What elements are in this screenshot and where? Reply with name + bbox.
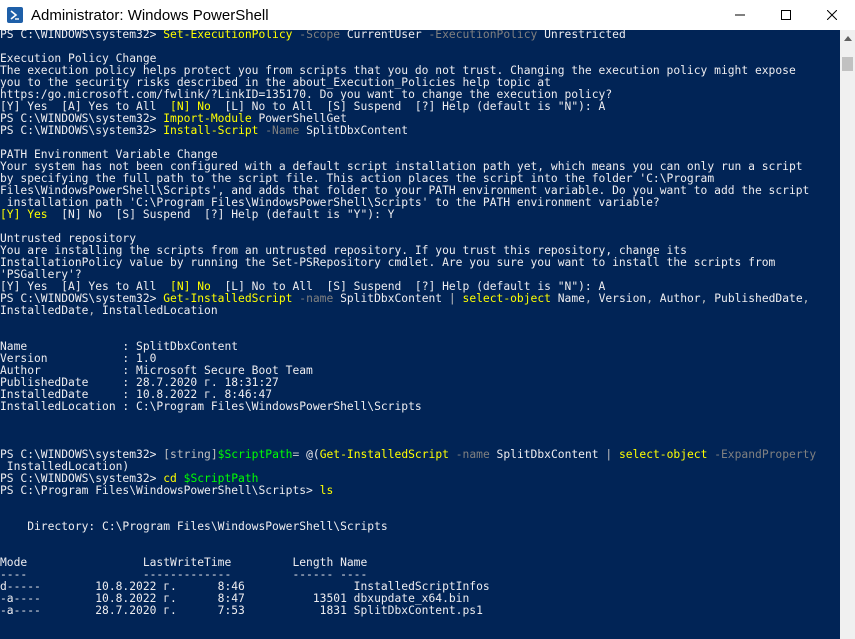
console-segment: select-object [612,448,708,461]
console-segment: | [448,292,456,305]
console-segment: SplitDbxContent [299,124,409,137]
console-segment: ls [319,484,334,497]
console-segment: [Y] Yes [0,208,48,221]
close-button[interactable] [809,0,855,30]
console-segment: Version [591,292,647,305]
console-line: PS C:\Program Files\WindowsPowerShell\Sc… [0,485,840,497]
console-segment: -name [292,292,334,305]
close-icon [827,10,837,20]
minimize-icon [735,14,745,16]
console-segment: InstalledLocation : C:\Program Files\Win… [0,400,422,413]
console-line: Directory: C:\Program Files\WindowsPower… [0,521,840,533]
console-segment: PS C:\WINDOWS\system32> [0,124,164,137]
console-segment: PublishedDate [707,292,803,305]
maximize-button[interactable] [763,0,809,30]
console-segment: Unrestricted [537,30,626,41]
minimize-button[interactable] [717,0,763,30]
console-line: PS C:\WINDOWS\system32> Install-Script -… [0,125,840,137]
console-output[interactable]: PS C:\WINDOWS\system32> Set-ExecutionPol… [0,30,840,639]
console-segment: @( [299,448,320,461]
scroll-thumb[interactable] [842,57,853,71]
console-segment: Set-ExecutionPolicy [163,30,293,41]
console-segment: $ScriptPath [217,448,293,461]
console-segment: -ExpandProperty [707,448,817,461]
console-line: InstallationPolicy value by running the … [0,257,840,269]
console-segment: select-object [455,292,551,305]
maximize-icon [781,10,791,20]
console-segment: [string] [163,448,218,461]
console-line: -a---- 28.7.2020 г. 7:53 1831 SplitDbxCo… [0,605,840,617]
console-segment: -Scope [292,30,341,41]
powershell-icon [7,7,23,23]
console-segment: Install-Script [163,124,259,137]
console-segment: InstalledDate [0,304,89,317]
console-segment: , [584,292,592,305]
console-segment: PS C:\WINDOWS\system32> [0,30,164,41]
console-segment: InstallationPolicy value by running the … [0,256,776,269]
console-segment: , [646,292,653,305]
console-segment: -a---- 28.7.2020 г. 7:53 1831 SplitDbxCo… [0,604,483,617]
console-segment: Directory: C:\Program Files\WindowsPower… [0,520,388,533]
vertical-scrollbar[interactable] [840,30,855,639]
console-line: InstalledLocation : C:\Program Files\Win… [0,401,840,413]
console-lines: PS C:\WINDOWS\system32> Set-ExecutionPol… [0,30,840,617]
console-line: [Y] Yes [N] No [S] Suspend [?] Help (def… [0,209,840,221]
scroll-up-button[interactable] [840,30,855,47]
console-segment: , [802,292,810,305]
console-segment: SplitDbxContent [333,292,449,305]
console-segment: -name [448,448,490,461]
console-line: InstalledDate, InstalledLocation [0,305,840,317]
console-segment: Get-InstalledScript [319,448,449,461]
console-segment: Name [550,292,585,305]
console-segment: SplitDbxContent [489,448,606,461]
console-segment: -Name [258,124,300,137]
console-segment: [N] No [S] Suspend [?] Help (default is … [47,208,395,221]
chevron-up-icon [843,36,852,41]
console-segment: -ExecutionPolicy [421,30,538,41]
title-bar[interactable]: Administrator: Windows PowerShell [0,0,855,30]
console-segment: Author [653,292,701,305]
window-title: Administrator: Windows PowerShell [31,6,269,24]
console-segment: InstalledLocation [95,304,218,317]
console-line: PS C:\WINDOWS\system32> Set-ExecutionPol… [0,30,840,41]
console-segment: CurrentUser [340,30,422,41]
console-segment: PS C:\Program Files\WindowsPowerShell\Sc… [0,484,320,497]
